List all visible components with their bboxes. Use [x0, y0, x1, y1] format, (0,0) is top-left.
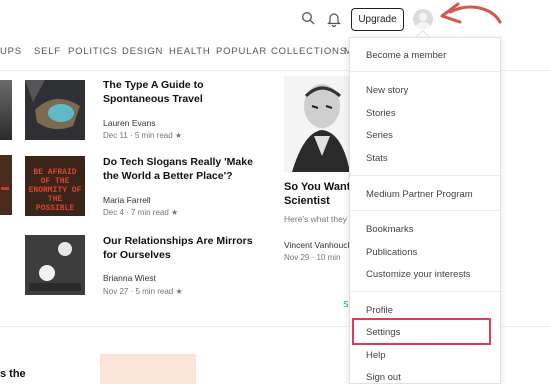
menu-item-stories[interactable]: Stories	[366, 108, 396, 119]
upgrade-button[interactable]: Upgrade	[351, 8, 404, 31]
menu-item-customize-interests[interactable]: Customize your interests	[366, 269, 471, 280]
menu-divider	[350, 210, 500, 211]
article-thumbnail[interactable]	[25, 80, 85, 140]
nav-item-popular[interactable]: POPULAR	[216, 46, 267, 57]
menu-divider	[350, 71, 500, 72]
featured-author[interactable]: Vincent Vanhouck	[284, 240, 352, 250]
menu-item-become-member[interactable]: Become a member	[366, 50, 446, 61]
article-title[interactable]: Do Tech Slogans Really 'Make the World a…	[103, 155, 263, 183]
article-meta: Nov 27 · 5 min read ★	[103, 287, 183, 296]
menu-item-partner-program[interactable]: Medium Partner Program	[366, 189, 473, 200]
search-icon[interactable]	[301, 11, 317, 27]
featured-title[interactable]: So You Want Scientist	[284, 180, 354, 208]
nav-item-ups[interactable]: UPS	[0, 46, 22, 57]
featured-subtitle: Here's what they	[284, 214, 348, 224]
menu-item-publications[interactable]: Publications	[366, 247, 417, 258]
section-heading: s the	[0, 368, 26, 380]
article-author[interactable]: Lauren Evans	[103, 118, 155, 128]
article-author[interactable]: Brianna Wiest	[103, 273, 156, 283]
promo-image	[100, 354, 196, 384]
nav-item-design[interactable]: DESIGN	[122, 46, 163, 57]
article-meta: Dec 4 · 7 min read ★	[103, 208, 179, 217]
featured-image[interactable]	[284, 76, 354, 172]
nav-item-politics[interactable]: POLITICS	[68, 46, 118, 57]
article-title[interactable]: The Type A Guide to Spontaneous Travel	[103, 78, 263, 106]
menu-divider	[350, 175, 500, 176]
article-author[interactable]: Maria Farrell	[103, 195, 151, 205]
nav-item-self[interactable]: SELF	[34, 46, 61, 57]
nav-item-health[interactable]: HEALTH	[169, 46, 211, 57]
menu-item-bookmarks[interactable]: Bookmarks	[366, 224, 414, 235]
menu-divider	[350, 291, 500, 292]
menu-item-series[interactable]: Series	[366, 130, 393, 141]
article-meta: Dec 11 · 5 min read ★	[103, 131, 183, 140]
nav-item-collections[interactable]: COLLECTIONS	[271, 46, 347, 57]
article-title[interactable]: Our Relationships Are Mirrors for Oursel…	[103, 234, 263, 262]
settings-highlight-box	[352, 318, 491, 345]
bell-icon[interactable]	[327, 11, 343, 28]
partial-image-left-2	[0, 155, 12, 215]
menu-item-new-story[interactable]: New story	[366, 85, 408, 96]
article-thumbnail[interactable]: BE AFRAID OF THE ENORMITY OF THE POSSIBL…	[25, 156, 85, 216]
featured-meta: Nov 29 · 10 min	[284, 253, 341, 262]
thumbnail-slogan-text: BE AFRAID OF THE ENORMITY OF THE POSSIBL…	[28, 168, 82, 213]
menu-item-help[interactable]: Help	[366, 350, 386, 361]
see-more-link[interactable]: S	[343, 299, 349, 309]
partial-image-left	[0, 80, 12, 140]
menu-item-profile[interactable]: Profile	[366, 305, 393, 316]
menu-item-stats[interactable]: Stats	[366, 153, 388, 164]
article-thumbnail[interactable]	[25, 235, 85, 295]
